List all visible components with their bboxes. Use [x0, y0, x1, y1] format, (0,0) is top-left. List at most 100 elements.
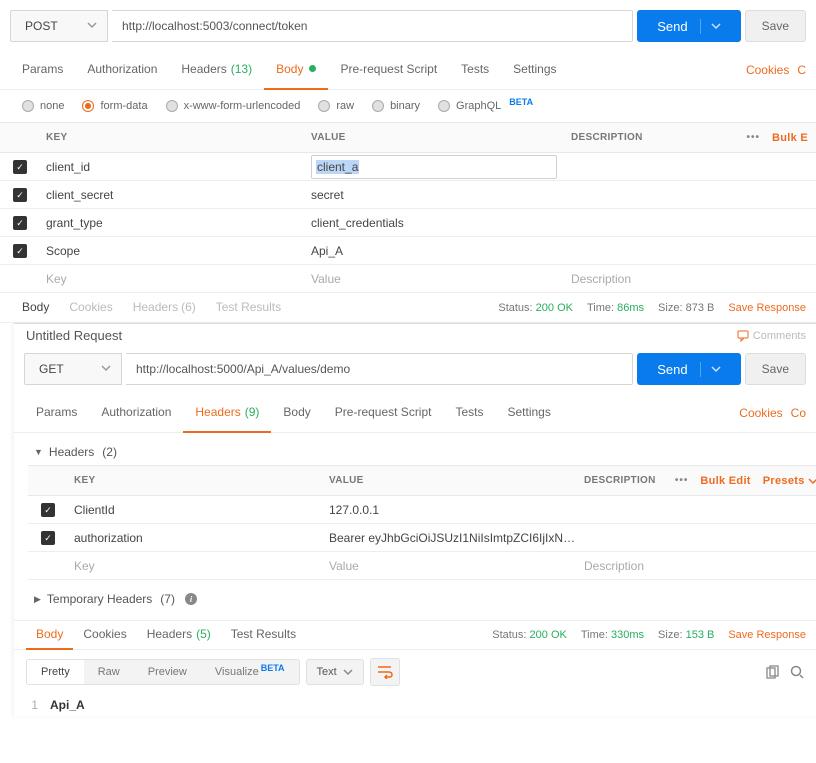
method-label: POST	[25, 19, 58, 33]
status-label: Status: 200 OK	[492, 629, 567, 641]
code-link[interactable]: Co	[791, 406, 806, 420]
time-label: Time: 86ms	[587, 302, 644, 314]
tab-authorization[interactable]: Authorization	[89, 393, 183, 433]
tab-body[interactable]: Body	[271, 393, 322, 433]
tab-tests[interactable]: Tests	[449, 50, 501, 90]
method-label: GET	[39, 362, 64, 376]
active-dot-icon	[309, 65, 316, 72]
tab-params[interactable]: Params	[10, 50, 75, 90]
checkbox-checked-icon[interactable]: ✓	[13, 160, 27, 174]
more-icon[interactable]: •••	[746, 132, 760, 143]
body-type-raw[interactable]: raw	[318, 100, 354, 112]
presets-link[interactable]: Presets	[763, 475, 816, 487]
response-body[interactable]: 1 Api_A	[14, 694, 816, 716]
col-key: KEY	[68, 475, 323, 486]
table-row[interactable]: ✓ Scope Api_A	[0, 237, 816, 265]
chevron-down-icon	[87, 19, 97, 33]
chevron-down-icon	[700, 19, 721, 34]
checkbox-checked-icon[interactable]: ✓	[41, 503, 55, 517]
cookies-link[interactable]: Cookies	[739, 406, 782, 420]
save-response-link[interactable]: Save Response	[728, 629, 806, 641]
comments-link[interactable]: Comments	[737, 330, 806, 342]
resp-tab-headers[interactable]: Headers(5)	[137, 620, 221, 650]
url-input[interactable]	[112, 10, 633, 42]
table-row[interactable]: ✓ grant_type client_credentials	[0, 209, 816, 237]
tab-headers[interactable]: Headers(13)	[169, 50, 264, 90]
triangle-down-icon: ▼	[34, 447, 43, 457]
save-response-link[interactable]: Save Response	[728, 302, 806, 314]
save-button[interactable]: Save	[745, 10, 806, 42]
resp-tab-headers[interactable]: Headers(6)	[123, 293, 206, 323]
table-row[interactable]: ✓ client_secret secret	[0, 181, 816, 209]
chevron-down-icon	[700, 362, 721, 377]
time-label: Time: 330ms	[581, 629, 644, 641]
tab-body[interactable]: Body	[264, 50, 328, 90]
more-icon[interactable]: •••	[675, 475, 689, 486]
method-select[interactable]: GET	[24, 353, 122, 385]
radio-icon	[372, 100, 384, 112]
tab-prerequest[interactable]: Pre-request Script	[323, 393, 444, 433]
status-label: Status: 200 OK	[498, 302, 573, 314]
radio-icon	[166, 100, 178, 112]
method-select[interactable]: POST	[10, 10, 108, 42]
send-button[interactable]: Send	[637, 10, 740, 42]
checkbox-checked-icon[interactable]: ✓	[13, 216, 27, 230]
view-raw[interactable]: Raw	[84, 660, 134, 684]
save-button[interactable]: Save	[745, 353, 806, 385]
table-row[interactable]: ✓ ClientId 127.0.0.1	[28, 496, 816, 524]
url-input[interactable]	[126, 353, 633, 385]
table-row-new[interactable]: Key Value Description	[0, 265, 816, 293]
bulk-edit-link[interactable]: Bulk E	[772, 132, 808, 144]
code-link[interactable]: C	[797, 63, 806, 77]
copy-icon[interactable]	[766, 665, 780, 679]
checkbox-checked-icon[interactable]: ✓	[13, 244, 27, 258]
checkbox-checked-icon[interactable]: ✓	[13, 188, 27, 202]
body-type-none[interactable]: none	[22, 100, 64, 112]
tab-params[interactable]: Params	[24, 393, 89, 433]
table-row-new[interactable]: Key Value Description	[28, 552, 816, 580]
format-select[interactable]: Text	[306, 659, 364, 685]
cookies-link[interactable]: Cookies	[746, 63, 789, 77]
body-table: KEY VALUE DESCRIPTION ••• Bulk E ✓ clien…	[0, 122, 816, 293]
comment-icon	[737, 330, 749, 342]
line-number: 1	[14, 698, 50, 712]
tab-authorization[interactable]: Authorization	[75, 50, 169, 90]
body-type-formdata[interactable]: form-data	[82, 100, 147, 112]
table-row[interactable]: ✓ authorization Bearer eyJhbGciOiJSUzI1N…	[28, 524, 816, 552]
resp-tab-cookies[interactable]: Cookies	[73, 620, 136, 650]
resp-tab-body[interactable]: Body	[12, 293, 59, 323]
wrap-lines-button[interactable]	[370, 658, 400, 686]
body-type-urlencoded[interactable]: x-www-form-urlencoded	[166, 100, 301, 112]
chevron-down-icon	[808, 476, 816, 486]
radio-icon	[438, 100, 450, 112]
checkbox-checked-icon[interactable]: ✓	[41, 531, 55, 545]
radio-icon	[318, 100, 330, 112]
temp-headers-toggle[interactable]: ▶ Temporary Headers (7) i	[34, 588, 804, 610]
tab-headers[interactable]: Headers(9)	[183, 393, 271, 433]
view-visualize[interactable]: VisualizeBETA	[201, 660, 299, 684]
headers-table: KEY VALUE DESCRIPTION ••• Bulk Edit Pres…	[28, 465, 816, 580]
resp-tab-cookies[interactable]: Cookies	[59, 293, 122, 323]
view-preview[interactable]: Preview	[134, 660, 201, 684]
chevron-down-icon	[343, 667, 353, 677]
bulk-edit-link[interactable]: Bulk Edit	[700, 475, 750, 487]
search-icon[interactable]	[790, 665, 804, 679]
view-pretty[interactable]: Pretty	[27, 660, 84, 684]
col-desc: DESCRIPTION	[565, 132, 696, 143]
body-type-binary[interactable]: binary	[372, 100, 420, 112]
tab-tests[interactable]: Tests	[443, 393, 495, 433]
body-type-graphql[interactable]: GraphQLBETA	[438, 100, 533, 112]
table-row[interactable]: ✓ client_id client_a	[0, 153, 816, 181]
resp-tab-body[interactable]: Body	[26, 620, 73, 650]
radio-icon	[22, 100, 34, 112]
tab-settings[interactable]: Settings	[501, 50, 568, 90]
resp-tab-tests[interactable]: Test Results	[206, 293, 291, 323]
resp-tab-tests[interactable]: Test Results	[221, 620, 306, 650]
col-value: VALUE	[323, 475, 578, 486]
send-button[interactable]: Send	[637, 353, 740, 385]
headers-toggle[interactable]: ▼ Headers (2)	[34, 441, 804, 463]
tab-settings[interactable]: Settings	[496, 393, 563, 433]
info-icon[interactable]: i	[185, 593, 197, 605]
tab-prerequest[interactable]: Pre-request Script	[328, 50, 449, 90]
size-label: Size: 873 B	[658, 302, 714, 314]
